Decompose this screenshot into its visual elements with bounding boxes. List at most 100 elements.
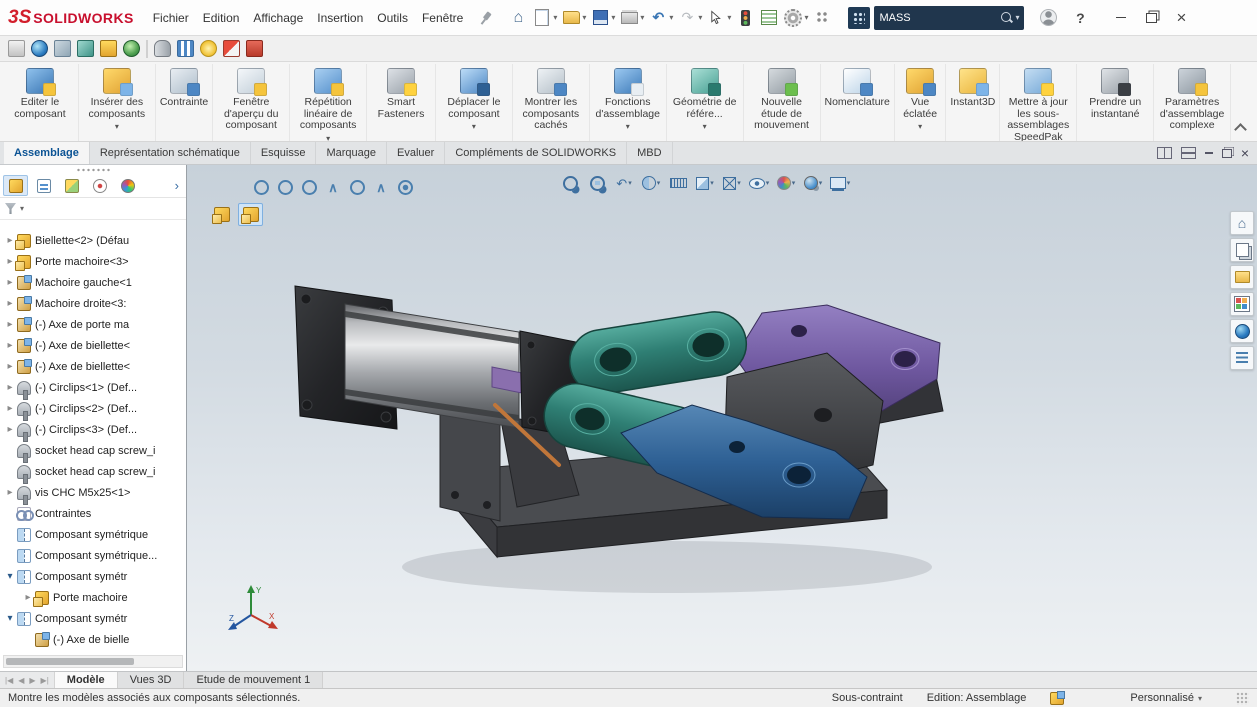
expand-arrow-icon[interactable] <box>4 340 16 351</box>
propertymanager-tab-icon[interactable] <box>31 175 56 196</box>
go-first-button[interactable] <box>5 676 13 685</box>
tree-item[interactable]: (-) Circlips<1> (Def... <box>0 377 186 398</box>
tree-item[interactable]: (-) Axe de biellette< <box>0 356 186 377</box>
view-orientation-icon[interactable] <box>693 173 717 193</box>
menu-item[interactable]: Affichage <box>246 6 310 30</box>
sketch-circle-icon[interactable] <box>347 177 367 197</box>
close-button[interactable] <box>1166 5 1196 31</box>
expand-arrow-icon[interactable] <box>4 298 16 309</box>
command-tab[interactable]: Esquisse <box>251 142 317 164</box>
smart-fasteners-button[interactable]: Smart Fasteners <box>367 64 436 141</box>
command-tab[interactable]: MBD <box>627 142 672 164</box>
expand-arrow-icon[interactable] <box>4 487 16 498</box>
go-previous-button[interactable] <box>18 676 24 685</box>
menu-item[interactable]: Fichier <box>146 6 196 30</box>
sketch-line-icon[interactable] <box>371 177 391 197</box>
tree-item[interactable]: socket head cap screw_i <box>0 440 186 461</box>
appearances-icon[interactable] <box>1230 319 1254 343</box>
assembly-features-button[interactable]: Fonctions d'assemblage <box>590 64 667 141</box>
sketch-ring-icon[interactable] <box>395 177 415 197</box>
show-hidden-components-button[interactable]: Montrer les composants cachés <box>513 64 590 141</box>
search-input[interactable] <box>879 12 1000 24</box>
tree-item[interactable]: (-) Circlips<2> (Def... <box>0 398 186 419</box>
design-library-icon[interactable] <box>1230 238 1254 262</box>
go-last-button[interactable] <box>41 676 49 685</box>
print-button[interactable] <box>617 5 646 31</box>
sketch-circle-icon[interactable] <box>275 177 295 197</box>
menu-item[interactable]: Insertion <box>310 6 370 30</box>
lamp-icon[interactable] <box>200 40 217 57</box>
configurationmanager-tab-icon[interactable] <box>59 175 84 196</box>
command-tab[interactable]: Evaluer <box>387 142 445 164</box>
tree-item[interactable]: Composant symétrique <box>0 524 186 545</box>
custom-properties-icon[interactable] <box>1230 346 1254 370</box>
frame-window-icon[interactable] <box>8 40 25 57</box>
large-assembly-settings-button[interactable]: Paramètres d'assemblage complexe <box>1154 64 1231 141</box>
zoom-to-fit-icon[interactable] <box>558 173 582 193</box>
save-button[interactable] <box>588 5 617 31</box>
tree-item[interactable]: Machoire droite<3: <box>0 293 186 314</box>
mate-button[interactable]: Contrainte <box>156 64 213 141</box>
tree-item[interactable]: Porte machoire <box>0 587 186 608</box>
tree-item[interactable]: Composant symétr <box>0 608 186 629</box>
tree-item[interactable]: vis CHC M5x25<1> <box>0 482 186 503</box>
account-button[interactable] <box>1036 5 1060 31</box>
tree-item[interactable]: (-) Axe de biellette< <box>0 335 186 356</box>
document-tab[interactable]: Vues 3D <box>118 672 185 688</box>
filter-funnel-icon[interactable] <box>5 203 16 214</box>
command-tab[interactable]: Compléments de SOLIDWORKS <box>445 142 627 164</box>
minimize-button[interactable] <box>1106 5 1136 31</box>
panel-flyout-chevron-icon[interactable] <box>171 178 183 193</box>
link-upper[interactable] <box>565 307 751 398</box>
tree-item[interactable]: (-) Circlips<3> (Def... <box>0 419 186 440</box>
search-caret-icon[interactable] <box>1015 13 1019 22</box>
measure-icon[interactable] <box>666 173 690 193</box>
zoom-to-area-icon[interactable] <box>585 173 609 193</box>
expand-arrow-icon[interactable] <box>4 403 16 414</box>
menu-item[interactable]: Edition <box>196 6 247 30</box>
flag-icon[interactable] <box>223 40 240 57</box>
command-tab[interactable]: Assemblage <box>4 142 90 164</box>
graphics-area[interactable]: Y X Z <box>187 165 1257 671</box>
select-tool-button[interactable] <box>704 5 733 31</box>
expand-arrow-icon[interactable] <box>4 382 16 393</box>
edit-component-button[interactable]: Editer le composant <box>2 64 79 141</box>
globe-icon[interactable] <box>123 40 140 57</box>
update-speedpak-button[interactable]: Mettre à jour les sous-assemblages Speed… <box>1000 64 1077 141</box>
toolbar-separator[interactable] <box>146 40 148 58</box>
document-close-button[interactable] <box>1241 146 1249 160</box>
wrench-gear-icon[interactable] <box>77 40 94 57</box>
tree-item[interactable]: Composant symétrique... <box>0 545 186 566</box>
expand-arrow-icon[interactable] <box>4 424 16 435</box>
tree-item[interactable]: Porte machoire<3> <box>0 251 186 272</box>
sketch-circle-icon[interactable] <box>251 177 271 197</box>
expand-arrow-icon[interactable] <box>4 277 16 288</box>
expand-arrow-icon[interactable] <box>4 571 16 582</box>
open-button[interactable] <box>559 5 588 31</box>
sketch-line-icon[interactable] <box>323 177 343 197</box>
home-button[interactable] <box>506 5 530 31</box>
collapse-ribbon-icon[interactable] <box>1231 121 1249 135</box>
tree-item[interactable]: Composant symétr <box>0 566 186 587</box>
view-settings-icon[interactable] <box>828 173 852 193</box>
toolbox-icon[interactable] <box>246 40 263 57</box>
breadcrumb-assembly-icon[interactable] <box>238 203 263 226</box>
expand-arrow-icon[interactable] <box>4 613 16 624</box>
tree-horizontal-scrollbar[interactable] <box>3 655 183 668</box>
redo-button[interactable] <box>675 5 704 31</box>
edit-appearance-icon[interactable] <box>774 173 798 193</box>
exploded-view-button[interactable]: Vue éclatée <box>895 64 947 141</box>
scrollbar-thumb[interactable] <box>6 658 134 665</box>
rebuild-button[interactable] <box>733 5 757 31</box>
linear-component-pattern-button[interactable]: Répétition linéaire de composants <box>290 64 367 141</box>
columns-icon[interactable] <box>177 40 194 57</box>
panel-splitter-handle[interactable] <box>0 165 186 174</box>
command-tab[interactable]: Marquage <box>316 142 387 164</box>
sketch-circle-icon[interactable] <box>299 177 319 197</box>
tree-item[interactable]: (-) Axe de bielle <box>0 629 186 650</box>
evaluate-button[interactable] <box>757 5 781 31</box>
document-restore-button[interactable] <box>1222 149 1232 158</box>
pin-icon[interactable] <box>475 7 496 28</box>
options-button[interactable] <box>781 5 810 31</box>
expand-arrow-icon[interactable] <box>4 361 16 372</box>
